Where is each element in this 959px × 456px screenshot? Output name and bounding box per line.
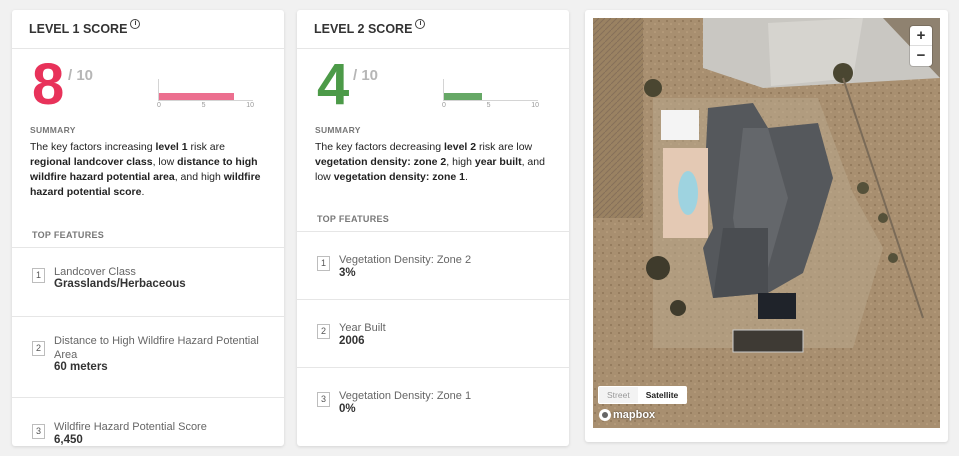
feature-name: Year Built [339,322,386,334]
level2-score-bar: 0 5 10 [442,79,539,109]
zoom-out-button[interactable]: − [910,46,932,66]
level1-bar-ticks: 0 5 10 [157,102,254,109]
feature-value: Grasslands/Herbaceous [54,278,186,290]
summary-keyword: level 2 [443,141,477,153]
feature-value: 60 meters [54,361,108,373]
summary-fragment: . [141,186,145,198]
level2-title: LEVEL 2 SCORE [314,22,413,36]
summary-fragment: , and high [174,171,224,183]
feature-item: 2 Year Built 2006 [297,300,569,368]
info-icon[interactable]: i [130,19,141,29]
summary-fragment: , high [446,156,475,168]
level2-score-value: 4 [317,52,350,117]
mapbox-icon [599,409,611,421]
feature-rank: 1 [32,268,45,283]
level1-bar-fill [159,93,234,100]
feature-value: 6,450 [54,434,83,446]
level1-score-max: / 10 [68,67,94,84]
mapbox-logo[interactable]: mapbox [599,409,655,421]
tick-label: 0 [157,102,161,109]
feature-rank: 2 [317,324,330,339]
tick-label: 0 [442,102,446,109]
level1-summary-text: The key factors increasing level 1 risk … [30,140,268,226]
tick-label: 5 [201,102,206,109]
zoom-controls: + − [910,26,932,66]
feature-item: 2 Distance to High Wildfire Hazard Poten… [12,317,284,398]
summary-keyword: level 1 [155,141,188,153]
zoom-in-button[interactable]: + [910,26,932,46]
feature-rank: 1 [317,256,330,271]
feature-name: Vegetation Density: Zone 1 [339,390,472,402]
summary-fragment: The key factors decreasing [315,141,444,153]
street-style-button[interactable]: Street [599,387,638,403]
feature-item: 1 Vegetation Density: Zone 2 3% [297,232,569,300]
level2-feature-list: 1 Vegetation Density: Zone 2 3% 2 Year B… [297,232,569,438]
level1-title: LEVEL 1 SCORE [29,22,128,36]
summary-fragment: risk are [187,141,225,153]
summary-fragment: risk are low [476,141,533,153]
summary-fragment: . [464,171,468,183]
level1-header: LEVEL 1 SCORE i [12,10,284,49]
level1-score-bar: 0 5 10 [157,79,254,109]
level2-header: LEVEL 2 SCORE i [297,10,569,49]
feature-name: Vegetation Density: Zone 2 [339,254,472,266]
feature-value: 0% [339,403,356,415]
summary-fragment: , low [152,156,178,168]
level2-bar-ticks: 0 5 10 [442,102,539,109]
level2-score-row: 4 / 10 0 5 10 [297,49,569,125]
level1-score-value: 8 [32,52,65,117]
satellite-map[interactable]: + − Street Satellite mapbox [593,18,940,428]
info-icon[interactable]: i [415,19,426,29]
level2-bar-fill [444,93,482,100]
level1-score-card: LEVEL 1 SCORE i 8 / 10 0 5 10 SUMMARY Th… [12,10,284,446]
feature-rank: 3 [32,424,45,439]
feature-item: 1 Landcover Class Grasslands/Herbaceous [12,248,284,317]
level2-summary-text: The key factors decreasing level 2 risk … [315,140,553,210]
feature-item: 3 Vegetation Density: Zone 1 0% [297,368,569,438]
feature-item: 3 Wildfire Hazard Potential Score 6,450 [12,398,284,446]
feature-rank: 2 [32,341,45,356]
satellite-style-button[interactable]: Satellite [637,387,687,403]
feature-name: Distance to High Wildfire Hazard Potenti… [54,335,259,361]
level1-score-row: 8 / 10 0 5 10 [12,49,284,125]
summary-keyword: vegetation density: zone 1 [333,171,465,183]
feature-rank: 3 [317,392,330,407]
level1-feature-list: 1 Landcover Class Grasslands/Herbaceous … [12,248,284,446]
summary-keyword: vegetation density: zone 2 [315,156,447,168]
satellite-imagery [593,18,940,428]
level2-summary-label: SUMMARY [315,125,361,135]
mapbox-attribution: mapbox [613,409,656,421]
feature-name: Landcover Class [54,266,136,278]
level2-score-card: LEVEL 2 SCORE i 4 / 10 0 5 10 SUMMARY Th… [297,10,569,446]
level2-features-label: TOP FEATURES [297,210,569,232]
tick-label: 10 [246,102,254,109]
tick-label: 10 [531,102,539,109]
tick-label: 5 [486,102,491,109]
map-card: + − Street Satellite mapbox [585,10,948,442]
summary-keyword: year built [474,156,522,168]
level2-score-max: / 10 [353,67,379,84]
feature-value: 2006 [339,335,365,347]
level1-summary-label: SUMMARY [30,125,76,135]
feature-value: 3% [339,267,356,279]
map-style-toggle: Street Satellite [598,386,688,404]
level1-features-label: TOP FEATURES [12,226,284,248]
feature-name: Wildfire Hazard Potential Score [54,421,207,433]
summary-fragment: The key factors increasing [30,141,156,153]
summary-keyword: regional landcover class [30,156,153,168]
